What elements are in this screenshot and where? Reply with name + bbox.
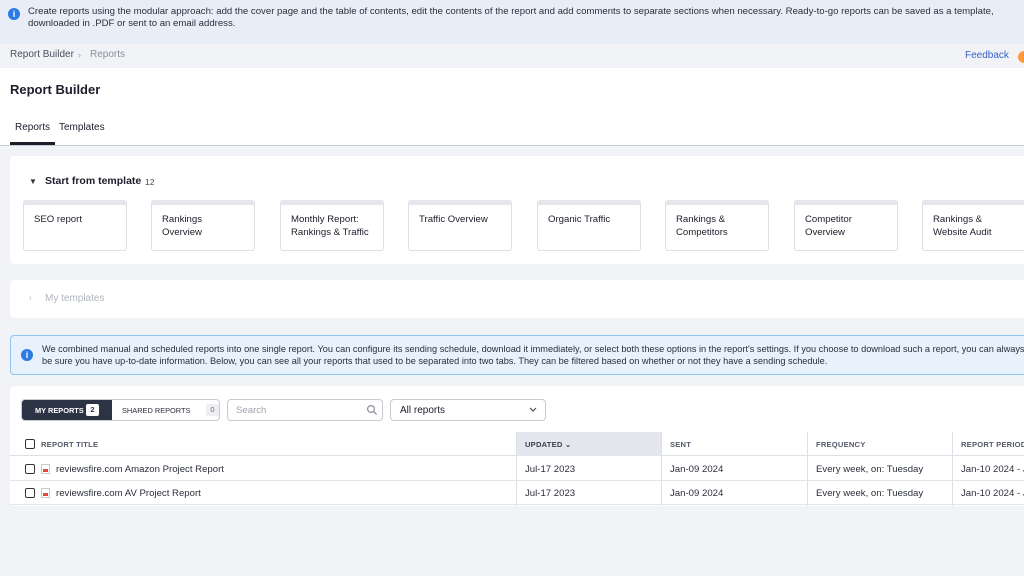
table-header: REPORT TITLE UPDATED ⌄ SENT FREQUENCY RE… — [10, 432, 1024, 456]
column-updated[interactable]: UPDATED ⌄ — [517, 432, 661, 456]
select-all-checkbox[interactable] — [25, 439, 35, 449]
active-tab-indicator — [10, 142, 55, 145]
report-period-value: Jan-10 2024 - Jan — [961, 464, 1024, 475]
report-filter-dropdown[interactable]: All reports — [390, 399, 546, 421]
search-icon[interactable] — [366, 404, 378, 416]
page-title: Report Builder — [10, 82, 101, 97]
row-checkbox[interactable] — [25, 464, 35, 474]
info-banner-text: Create reports using the modular approac… — [28, 6, 994, 29]
row-checkbox[interactable] — [25, 488, 35, 498]
dropdown-value: All reports — [400, 405, 446, 416]
frequency-value: Every week, on: Tuesday — [816, 488, 924, 499]
info-banner: i Create reports using the modular appro… — [0, 0, 1024, 44]
pdf-file-icon — [41, 464, 50, 474]
breadcrumb: Report Builder › Reports — [0, 44, 1024, 66]
my-templates-panel[interactable]: › My templates — [10, 280, 1024, 318]
template-tile[interactable]: Competitor Overview — [794, 200, 898, 251]
template-tile[interactable]: Rankings Overview — [151, 200, 255, 251]
breadcrumb-report-builder[interactable]: Report Builder — [10, 49, 74, 60]
report-title-link[interactable]: reviewsfire.com AV Project Report — [56, 488, 201, 499]
report-scope-toggle: MY REPORTS 2 SHARED REPORTS 0 — [21, 399, 220, 421]
template-tile[interactable]: Organic Traffic — [537, 200, 641, 251]
updated-date: Jul-17 2023 — [525, 464, 576, 475]
column-report-title[interactable]: REPORT TITLE — [41, 432, 516, 456]
shared-reports-toggle[interactable]: SHARED REPORTS — [122, 406, 190, 415]
help-icon[interactable] — [1018, 51, 1024, 63]
column-sent[interactable]: SENT — [670, 432, 810, 456]
template-count: 12 — [145, 177, 155, 187]
sent-date: Jan-09 2024 — [670, 464, 724, 475]
report-title-link[interactable]: reviewsfire.com Amazon Project Report — [56, 464, 224, 475]
info-icon: i — [21, 349, 33, 361]
search-box — [227, 399, 383, 421]
start-from-template-panel: ▼ Start from template 12 SEO report Rank… — [10, 156, 1024, 264]
search-input[interactable] — [228, 400, 358, 420]
collapse-caret-icon[interactable]: ▼ — [29, 177, 37, 186]
my-reports-count: 2 — [86, 404, 99, 416]
my-templates-label[interactable]: My templates — [45, 293, 104, 304]
tab-templates[interactable]: Templates — [59, 122, 105, 133]
column-frequency[interactable]: FREQUENCY — [816, 432, 956, 456]
my-reports-toggle[interactable]: MY REPORTS 2 — [22, 400, 112, 420]
feedback-link[interactable]: Feedback — [965, 50, 1009, 61]
frequency-value: Every week, on: Tuesday — [816, 464, 924, 475]
breadcrumb-reports: Reports — [90, 49, 126, 60]
sent-date: Jan-09 2024 — [670, 488, 724, 499]
column-report-period[interactable]: REPORT PERIOD — [961, 432, 1024, 456]
notice-text: We combined manual and scheduled reports… — [42, 344, 1024, 366]
table-row[interactable]: reviewsfire.com Amazon Project Report Ju… — [10, 457, 1024, 481]
my-reports-label: MY REPORTS — [35, 406, 84, 415]
combined-reports-notice: i We combined manual and scheduled repor… — [10, 335, 1024, 375]
breadcrumb-separator: › — [78, 50, 81, 60]
template-tile[interactable]: Traffic Overview — [408, 200, 512, 251]
expand-caret-icon[interactable]: › — [29, 293, 32, 302]
info-icon: i — [8, 8, 20, 20]
template-tile[interactable]: Rankings & Website Audit — [922, 200, 1024, 251]
table-row[interactable]: reviewsfire.com AV Project Report Jul-17… — [10, 481, 1024, 505]
shared-reports-count: 0 — [206, 404, 219, 416]
sort-desc-icon: ⌄ — [564, 440, 572, 449]
page-header: Report Builder Reports Templates — [0, 68, 1024, 146]
template-tile[interactable]: Monthly Report: Rankings & Traffic — [280, 200, 384, 251]
updated-date: Jul-17 2023 — [525, 488, 576, 499]
reports-table-panel: MY REPORTS 2 SHARED REPORTS 0 All report… — [10, 386, 1024, 506]
pdf-file-icon — [41, 488, 50, 498]
column-updated-label: UPDATED — [525, 440, 563, 449]
template-tile[interactable]: Rankings & Competitors — [665, 200, 769, 251]
template-tile[interactable]: SEO report — [23, 200, 127, 251]
chevron-down-icon — [529, 407, 537, 412]
tab-reports[interactable]: Reports — [15, 122, 50, 133]
start-from-template-title[interactable]: Start from template — [45, 175, 141, 187]
report-period-value: Jan-10 2024 - Jan — [961, 488, 1024, 499]
